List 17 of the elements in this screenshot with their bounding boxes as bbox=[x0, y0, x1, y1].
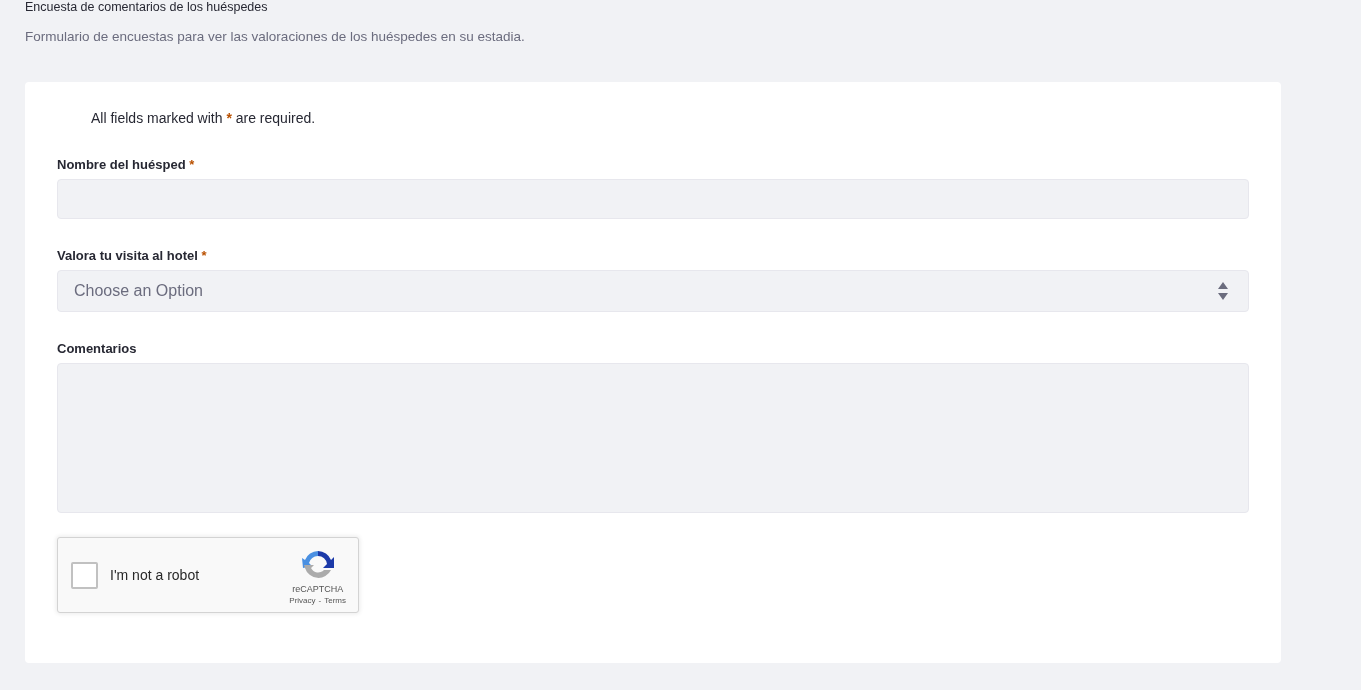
field-label: Nombre del huésped * bbox=[57, 157, 195, 173]
captcha-label: I'm not a robot bbox=[110, 567, 201, 583]
footer-link[interactable]: Privacy bbox=[289, 595, 316, 607]
field-label: Valora tu visita al hotel * bbox=[57, 248, 207, 264]
circular-arrows-icon bbox=[301, 549, 334, 581]
text-input-field[interactable] bbox=[57, 179, 1249, 219]
link-separator: - bbox=[318, 595, 322, 607]
checkbox[interactable] bbox=[71, 561, 98, 589]
required-note: All fields marked with * are required. bbox=[91, 109, 317, 127]
dropdown-field[interactable]: Choose an Option bbox=[57, 270, 1249, 312]
footer-link[interactable]: Terms bbox=[324, 595, 346, 607]
page-title: Encuesta de comentarios de los huéspedes bbox=[25, 0, 269, 14]
captcha-brand: reCAPTCHA bbox=[292, 584, 344, 595]
comments-field[interactable] bbox=[57, 363, 1249, 513]
field-label: Comentarios bbox=[57, 341, 137, 357]
sort-arrows-icon bbox=[1218, 282, 1228, 300]
page-description: Formulario de encuestas para ver las valoraciones de los huéspedes en su estadia. bbox=[25, 29, 526, 45]
